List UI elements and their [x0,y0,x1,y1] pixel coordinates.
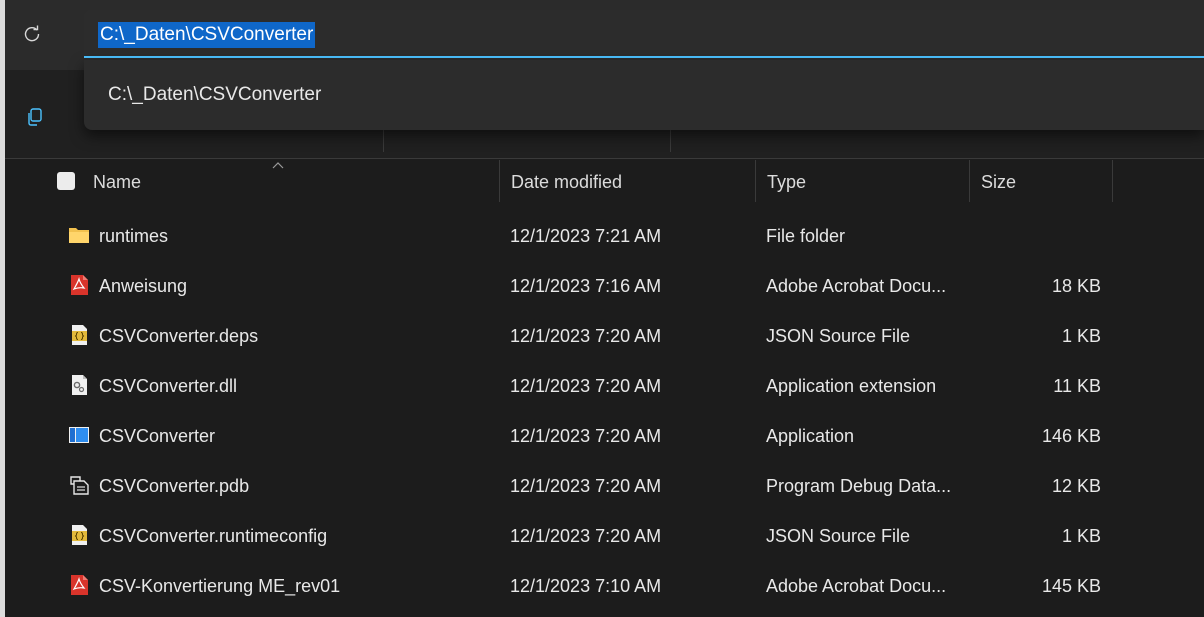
file-size: 1 KB [1061,526,1101,546]
file-type: File folder [766,226,846,246]
file-date-modified: 12/1/2023 7:20 AM [510,376,662,396]
refresh-icon [24,25,40,42]
select-all-checkbox[interactable] [57,172,75,190]
file-date-modified: 12/1/2023 7:20 AM [510,476,662,496]
json-file-icon [72,325,87,345]
file-date-modified: 12/1/2023 7:20 AM [510,326,662,346]
file-row[interactable]: CSVConverter.dll 12/1/2023 7:20 AM Appli… [40,364,1120,408]
copy-icon [28,108,42,126]
file-type: Application extension [766,376,937,396]
file-size: 11 KB [1053,376,1101,396]
file-size: 12 KB [1051,476,1101,496]
file-row[interactable]: CSV-Konvertierung ME_rev01 12/1/2023 7:1… [40,564,1120,608]
pdf-icon [71,275,88,295]
file-date-modified: 12/1/2023 7:16 AM [510,276,662,296]
command-separator [670,130,671,152]
file-row[interactable]: CSVConverter.runtimeconfig 12/1/2023 7:2… [40,514,1120,558]
dll-file-icon [72,375,87,395]
file-name: CSVConverter.pdb [99,476,250,496]
column-header-date-modified[interactable]: Date modified [511,172,622,193]
file-size: 145 KB [1041,576,1101,596]
file-type: JSON Source File [766,526,911,546]
file-type: Adobe Acrobat Docu... [766,276,947,296]
file-type: Application [766,426,855,446]
address-focus-underline [84,56,1204,58]
sort-ascending-icon [272,162,284,169]
command-separator [383,130,384,152]
file-row[interactable]: CSVConverter 12/1/2023 7:20 AM Applicati… [40,414,1120,458]
file-type: JSON Source File [766,326,911,346]
header-top-border [5,158,1204,159]
application-icon [69,427,89,443]
file-date-modified: 12/1/2023 7:20 AM [510,526,662,546]
address-suggestions-dropdown: C:\_Daten\CSVConverter [84,60,1204,130]
file-name: CSVConverter.dll [99,376,238,396]
pdb-file-icon [70,476,89,495]
file-name: CSVConverter.runtimeconfig [99,526,328,546]
file-row[interactable]: CSVConverter.deps 12/1/2023 7:20 AM JSON… [40,314,1120,358]
file-name: Anweisung [99,276,188,296]
file-type: Adobe Acrobat Docu... [766,576,947,596]
file-row[interactable]: Anweisung 12/1/2023 7:16 AM Adobe Acroba… [40,264,1120,308]
column-header-type[interactable]: Type [767,172,806,193]
file-name: CSVConverter [99,426,216,446]
file-row[interactable]: runtimes 12/1/2023 7:21 AM File folder [40,214,1120,258]
file-name: CSV-Konvertierung ME_rev01 [99,576,341,596]
column-separator[interactable] [969,160,970,202]
file-row[interactable]: CSVConverter.pdb 12/1/2023 7:20 AM Progr… [40,464,1120,508]
column-separator[interactable] [755,160,756,202]
pdf-icon [71,575,88,595]
column-separator[interactable] [1112,160,1113,202]
json-file-icon [72,525,87,545]
column-header-name[interactable]: Name [93,172,141,193]
file-size: 1 KB [1061,326,1101,346]
refresh-button[interactable] [18,20,46,48]
file-size: 146 KB [1041,426,1101,446]
file-date-modified: 12/1/2023 7:10 AM [510,576,662,596]
file-date-modified: 12/1/2023 7:20 AM [510,426,662,446]
file-type: Program Debug Data... [766,476,952,496]
file-name: runtimes [99,226,169,246]
file-name: CSVConverter.deps [99,326,259,346]
file-date-modified: 12/1/2023 7:21 AM [510,226,662,246]
suggestion-item[interactable]: C:\_Daten\CSVConverter [108,84,321,106]
copy-button[interactable] [20,102,50,132]
address-input[interactable]: C:\_Daten\CSVConverter [98,22,316,48]
file-size: 18 KB [1051,276,1101,296]
folder-icon [69,228,89,243]
column-header-size[interactable]: Size [981,172,1016,193]
column-separator[interactable] [499,160,500,202]
